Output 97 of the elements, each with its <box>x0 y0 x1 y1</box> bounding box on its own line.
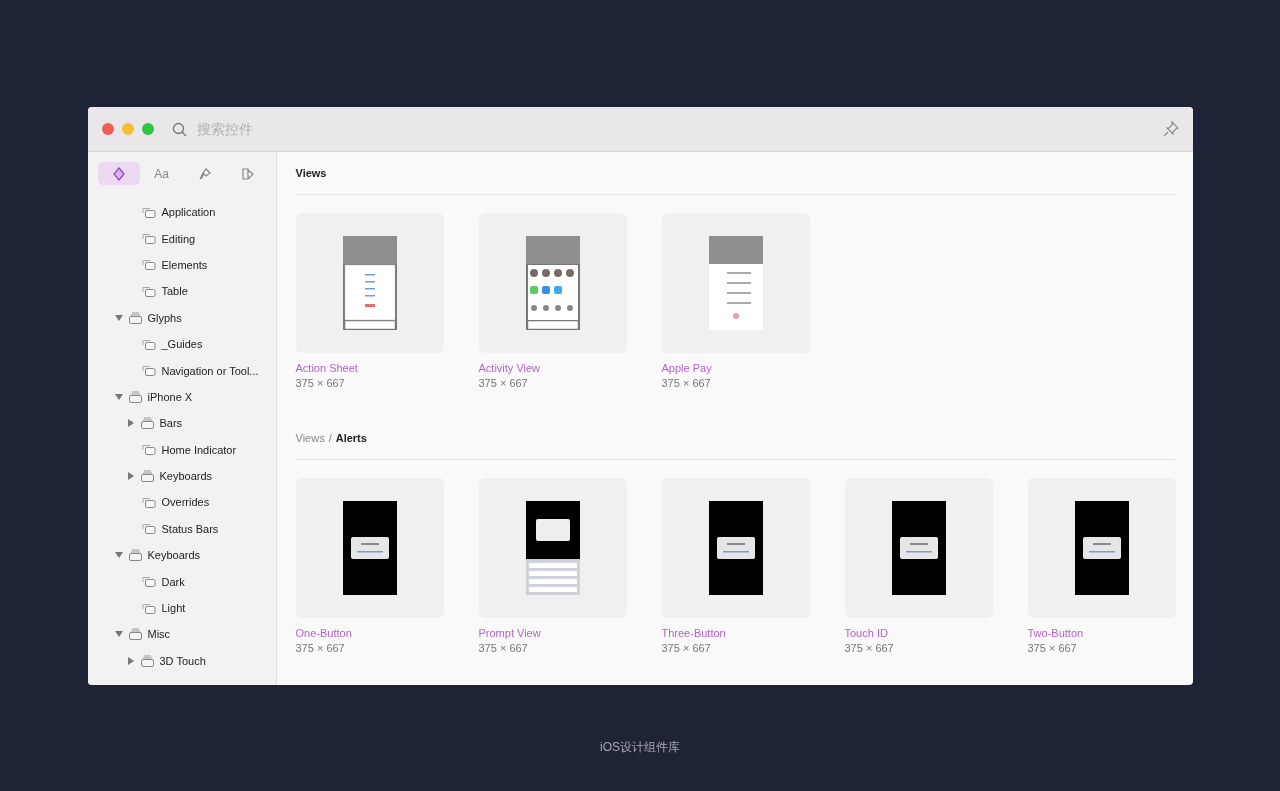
tree-item-label: Dark <box>161 575 185 588</box>
component-thumbnail[interactable] <box>295 478 444 618</box>
symbol-icon <box>141 285 156 297</box>
expanded-arrow-icon[interactable] <box>114 551 123 560</box>
swatch-icon <box>240 166 255 181</box>
component-thumbnail[interactable] <box>844 478 993 618</box>
tree-folder-item[interactable]: Keyboards <box>97 542 276 569</box>
component-thumbnail[interactable] <box>661 213 810 353</box>
component-size: 375 × 667 <box>478 642 529 654</box>
caption: iOS设计组件库 <box>600 739 680 756</box>
component-name[interactable]: Touch ID <box>844 627 993 639</box>
component-size: 375 × 667 <box>844 642 895 654</box>
tree-item-label: Status Bars <box>161 522 219 535</box>
tree-item-label: Keyboards <box>159 470 213 483</box>
component-size: 375 × 667 <box>478 377 529 389</box>
tree-item[interactable]: Application <box>97 199 276 226</box>
tree-item-label: Editing <box>161 232 196 245</box>
component-size: 375 × 667 <box>295 642 346 654</box>
collapsed-arrow-icon[interactable] <box>126 656 135 665</box>
tree-item-label: Light <box>161 602 186 615</box>
folder-icon <box>128 311 142 324</box>
symbol-icon <box>141 206 156 218</box>
folder-icon <box>140 654 154 667</box>
tree-item[interactable]: Overrides <box>97 489 276 516</box>
tree-item[interactable]: Table <box>97 278 276 305</box>
tree-folder-item[interactable]: Glyphs <box>97 304 276 331</box>
tree-item-label: Home Indicator <box>161 443 237 456</box>
symbol-icon <box>141 602 156 614</box>
folder-icon <box>140 470 154 483</box>
tree-item-label: Table <box>161 285 188 298</box>
component-thumbnail[interactable] <box>478 478 627 618</box>
component-thumbnail[interactable] <box>295 213 444 353</box>
tree-item-label: Keyboards <box>147 549 201 562</box>
folder-icon <box>128 390 142 403</box>
tree-folder-item[interactable]: 3D Touch <box>97 647 276 675</box>
tree-folder-item[interactable]: iPhone X <box>97 383 276 411</box>
symbol-icon <box>141 523 156 535</box>
expanded-arrow-icon[interactable] <box>114 630 123 639</box>
expanded-arrow-icon[interactable] <box>114 313 123 322</box>
folder-icon <box>140 417 154 430</box>
tree-item-label: Bars <box>159 417 183 430</box>
component-name[interactable]: Prompt View <box>478 627 627 639</box>
component-name[interactable]: Action Sheet <box>295 362 444 374</box>
tree-item-label: Misc <box>147 628 171 641</box>
tree-item-label: Elements <box>161 258 208 271</box>
expanded-arrow-icon[interactable] <box>114 392 123 401</box>
tree-item[interactable]: Dark <box>97 568 276 595</box>
collapsed-arrow-icon[interactable] <box>126 419 135 428</box>
component-size: 375 × 667 <box>661 377 712 389</box>
tree-item-label: _Guides <box>161 338 203 351</box>
component-name[interactable]: Apple Pay <box>661 362 810 374</box>
component-name[interactable]: Two-Button <box>1027 627 1176 639</box>
tree-item[interactable]: Editing <box>97 225 276 252</box>
breadcrumb-item[interactable]: Views <box>295 167 327 179</box>
brush-icon <box>197 166 212 181</box>
symbol-icon <box>141 233 156 245</box>
tree-item-label: Overrides <box>161 496 210 509</box>
tree-item-label: Glyphs <box>147 311 182 324</box>
diamond-icon <box>112 166 125 181</box>
tree-item[interactable]: Light <box>97 594 276 622</box>
tree-folder-item[interactable]: Keyboards <box>97 462 276 490</box>
tree-item[interactable]: Navigation or Tool... <box>97 357 276 384</box>
folder-icon <box>128 549 142 562</box>
tree-item[interactable]: Status Bars <box>97 515 276 543</box>
component-size: 375 × 667 <box>1027 642 1078 654</box>
sidebar-tab[interactable] <box>97 162 140 185</box>
tree-item[interactable]: Home Indicator <box>97 436 276 463</box>
component-name[interactable]: Three-Button <box>661 627 810 639</box>
tree-folder-item[interactable]: Misc <box>97 621 276 648</box>
component-thumbnail[interactable] <box>478 213 627 353</box>
tree-folder-item[interactable]: Bars <box>97 410 276 437</box>
component-name[interactable]: Activity View <box>478 362 627 374</box>
component-name[interactable]: One-Button <box>295 627 444 639</box>
breadcrumb-item[interactable]: Alerts <box>335 432 367 444</box>
symbol-icon <box>141 338 156 350</box>
folder-icon <box>128 628 142 641</box>
breadcrumb-item[interactable]: Views <box>295 432 325 444</box>
symbol-icon <box>141 497 156 508</box>
tree-item[interactable]: Elements <box>97 251 276 279</box>
component-size: 375 × 667 <box>661 642 712 654</box>
component-size: 375 × 667 <box>295 377 346 389</box>
symbol-icon <box>141 444 156 456</box>
search-icon <box>171 121 187 137</box>
tree-item-label: iPhone X <box>147 390 193 403</box>
symbol-icon <box>141 576 156 588</box>
tree-item-label: 3D Touch <box>159 654 206 667</box>
symbol-icon <box>141 259 156 271</box>
component-thumbnail[interactable] <box>1027 478 1176 618</box>
tree-item-label: Application <box>161 206 216 219</box>
close-button[interactable] <box>101 123 114 135</box>
symbol-icon <box>141 365 156 377</box>
tree-item[interactable]: _Guides <box>97 330 276 358</box>
pin-icon[interactable] <box>1162 121 1179 137</box>
component-thumbnail[interactable] <box>661 478 810 618</box>
tree-item-label: Navigation or Tool... <box>161 364 259 377</box>
collapsed-arrow-icon[interactable] <box>126 472 135 481</box>
breadcrumb-separator: / <box>328 432 332 444</box>
